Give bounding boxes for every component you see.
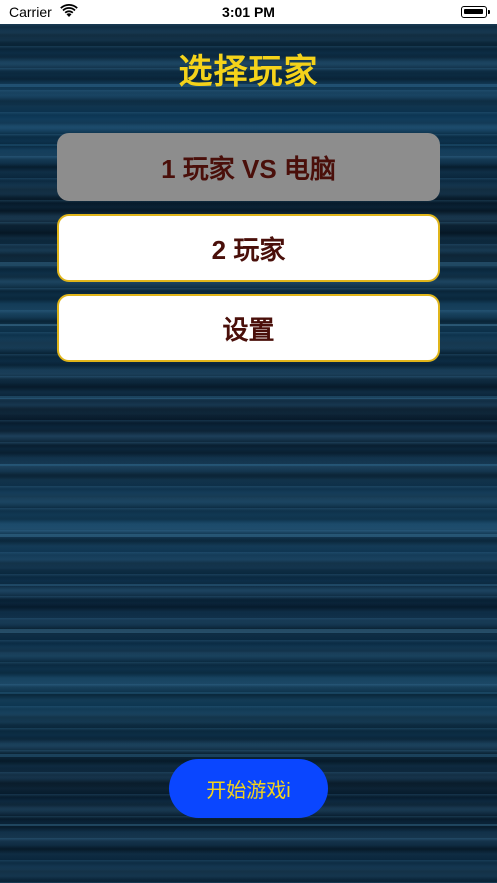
start-game-label: 开始游戏i [206,780,291,802]
start-game-button[interactable]: 开始游戏i [169,759,328,818]
settings-label: 设置 [222,314,275,345]
page-title: 选择玩家 [178,53,319,91]
battery-icon [461,6,490,18]
two-player-label: 2 玩家 [211,234,286,265]
settings-button[interactable]: 设置 [57,294,440,362]
player-vs-computer-label: 1 玩家 VS 电脑 [161,153,336,184]
status-time: 3:01 PM [222,4,275,20]
status-bar: Carrier 3:01 PM [0,0,497,24]
player-vs-computer-button[interactable]: 1 玩家 VS 电脑 [57,133,440,201]
two-player-button[interactable]: 2 玩家 [57,214,440,282]
